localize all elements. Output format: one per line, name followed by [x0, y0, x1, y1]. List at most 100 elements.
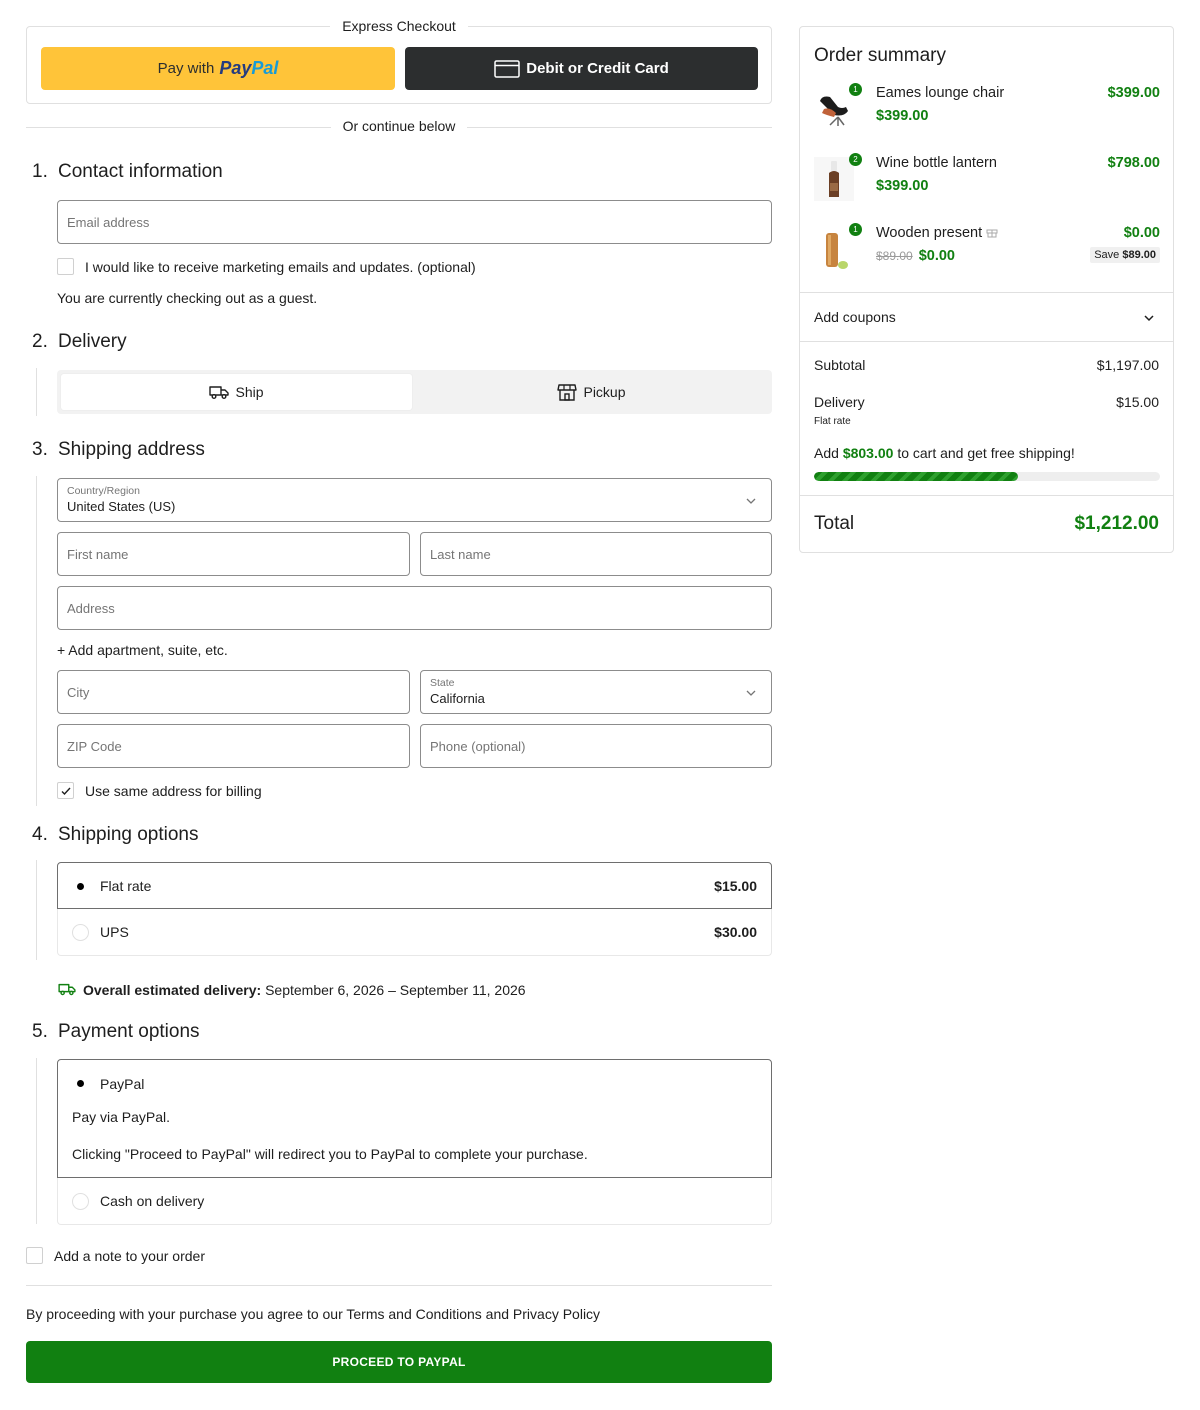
email-input[interactable]: Email address: [57, 200, 772, 244]
item-name: Eames lounge chair: [876, 85, 1005, 101]
card-button-label: Debit or Credit Card: [526, 60, 669, 77]
address-input[interactable]: Address: [57, 586, 772, 630]
payment-option-cod[interactable]: Cash on delivery: [57, 1178, 772, 1225]
item-total-price: $0.00: [1123, 225, 1160, 241]
item-name: Wooden present: [876, 225, 998, 241]
add-coupons-label: Add coupons: [814, 309, 896, 325]
same-billing-checkbox[interactable]: [57, 782, 74, 799]
delivery-label: Delivery: [814, 394, 865, 410]
terms-text: By proceeding with your purchase you agr…: [26, 1306, 601, 1322]
section-delivery-title: 2. Delivery: [32, 331, 127, 352]
paypal-option-label: PayPal: [100, 1076, 145, 1092]
radio-cod[interactable]: [72, 1193, 89, 1210]
chevron-down-icon: [1144, 315, 1154, 322]
debit-credit-card-button[interactable]: Debit or Credit Card: [405, 47, 758, 90]
estimated-delivery-label: Overall estimated delivery:: [83, 982, 262, 998]
delivery-value: $15.00: [1116, 394, 1159, 410]
zip-code-input[interactable]: ZIP Code: [57, 724, 410, 768]
paypal-logo-pay: Pay: [219, 58, 252, 78]
pay-with-paypal-button[interactable]: Pay with Pay Pal: [41, 47, 395, 90]
total-value: $1,212.00: [1074, 513, 1159, 534]
section-payment-title: 5. Payment options: [32, 1021, 200, 1042]
payment-option-paypal[interactable]: PayPal Pay via PayPal. Clicking "Proceed…: [57, 1059, 772, 1178]
item-original-price: $89.00: [876, 249, 913, 263]
state-select[interactable]: State California: [420, 670, 772, 714]
order-summary: Order summary 1 Eames lounge chair $399.…: [799, 26, 1174, 553]
pickup-option[interactable]: Pickup: [415, 374, 768, 410]
store-icon: [557, 384, 578, 401]
quantity-badge: 1: [849, 83, 862, 96]
radio-paypal[interactable]: [72, 1075, 89, 1092]
shipping-option-flat-rate[interactable]: Flat rate $15.00: [57, 862, 772, 909]
section-shipping-options-title: 4. Shipping options: [32, 824, 199, 845]
item-unit-price: $399.00: [876, 178, 929, 194]
express-checkout-title: Express Checkout: [330, 18, 468, 34]
paypal-redirect-note: Clicking "Proceed to PayPal" will redire…: [72, 1146, 588, 1162]
section-contact-title: 1. Contact information: [32, 161, 223, 182]
checkmark-icon: [61, 787, 71, 796]
total-label: Total: [814, 513, 855, 534]
order-note-label: Add a note to your order: [54, 1248, 205, 1264]
progress-fill: [814, 472, 1019, 481]
truck-icon: [58, 983, 76, 996]
add-apartment-link[interactable]: + Add apartment, suite, etc.: [57, 642, 228, 658]
order-note-checkbox[interactable]: [26, 1247, 43, 1264]
item-unit-price: $89.00 $0.00: [876, 248, 955, 264]
section-shipping-address-title: 3. Shipping address: [32, 439, 205, 460]
delivery-method-toggle: Ship Pickup: [57, 370, 772, 414]
country-select[interactable]: Country/Region United States (US): [57, 478, 772, 522]
bottle-thumbnail: [814, 157, 854, 201]
city-input[interactable]: City: [57, 670, 410, 714]
proceed-to-paypal-button[interactable]: PROCEED TO PAYPAL: [26, 1341, 772, 1383]
total-row: Total $1,212.00: [814, 513, 1159, 535]
delivery-row: Delivery $15.00: [814, 394, 1159, 410]
item-name: Wine bottle lantern: [876, 155, 997, 171]
cart-item: 2 Wine bottle lantern $399.00 $798.00: [814, 153, 1160, 209]
quantity-badge: 1: [849, 223, 862, 236]
add-coupons-toggle[interactable]: Add coupons: [800, 293, 1173, 341]
cart-item: 1 Wooden present $89.00 $0.00 $0.00 Save …: [814, 223, 1160, 279]
item-total-price: $798.00: [1107, 155, 1160, 171]
first-name-input[interactable]: First name: [57, 532, 410, 576]
radio-ups[interactable]: [72, 924, 89, 941]
paypal-logo-pal: Pal: [251, 58, 279, 78]
free-shipping-amount: $803.00: [842, 445, 894, 461]
subtotal-value: $1,197.00: [1096, 357, 1159, 373]
gift-icon: [986, 229, 998, 238]
chevron-down-icon: [746, 498, 756, 504]
express-checkout: Express Checkout Pay with Pay Pal Debit o…: [26, 18, 772, 104]
chevron-down-icon: [746, 690, 756, 696]
paypal-description: Pay via PayPal.: [72, 1109, 171, 1125]
free-shipping-progress: [814, 472, 1160, 481]
free-shipping-message: Add $803.00 to cart and get free shippin…: [814, 445, 1075, 461]
last-name-input[interactable]: Last name: [420, 532, 772, 576]
order-summary-title: Order summary: [814, 45, 946, 66]
item-total-price: $399.00: [1107, 85, 1160, 101]
ship-label: Ship: [235, 384, 264, 400]
savings-badge: Save $89.00: [1090, 247, 1160, 263]
pickup-label: Pickup: [583, 384, 626, 400]
present-thumbnail: [814, 227, 854, 271]
chair-thumbnail: [814, 87, 854, 131]
credit-card-icon: [494, 59, 520, 78]
marketing-label: I would like to receive marketing emails…: [85, 259, 476, 275]
or-continue-text: Or continue below: [330, 118, 468, 134]
phone-input[interactable]: Phone (optional): [420, 724, 772, 768]
item-unit-price: $399.00: [876, 108, 929, 124]
truck-icon: [209, 386, 230, 399]
subtotal-row: Subtotal $1,197.00: [814, 357, 1159, 373]
quantity-badge: 2: [849, 153, 862, 166]
estimated-delivery-dates: September 6, 2026 – September 11, 2026: [265, 982, 526, 998]
ship-option[interactable]: Ship: [61, 374, 412, 410]
radio-flat-rate[interactable]: [72, 878, 89, 895]
same-billing-label: Use same address for billing: [85, 783, 262, 799]
subtotal-label: Subtotal: [814, 357, 866, 373]
delivery-method: Flat rate: [814, 416, 851, 427]
or-divider: Or continue below: [26, 118, 772, 134]
estimated-delivery: Overall estimated delivery: September 6,…: [83, 982, 526, 998]
marketing-checkbox[interactable]: [57, 258, 74, 275]
shipping-option-ups[interactable]: UPS $30.00: [57, 909, 772, 956]
cart-item: 1 Eames lounge chair $399.00 $399.00: [814, 83, 1160, 139]
guest-note: You are currently checking out as a gues…: [57, 290, 318, 306]
paypal-prefix: Pay with: [157, 60, 215, 77]
